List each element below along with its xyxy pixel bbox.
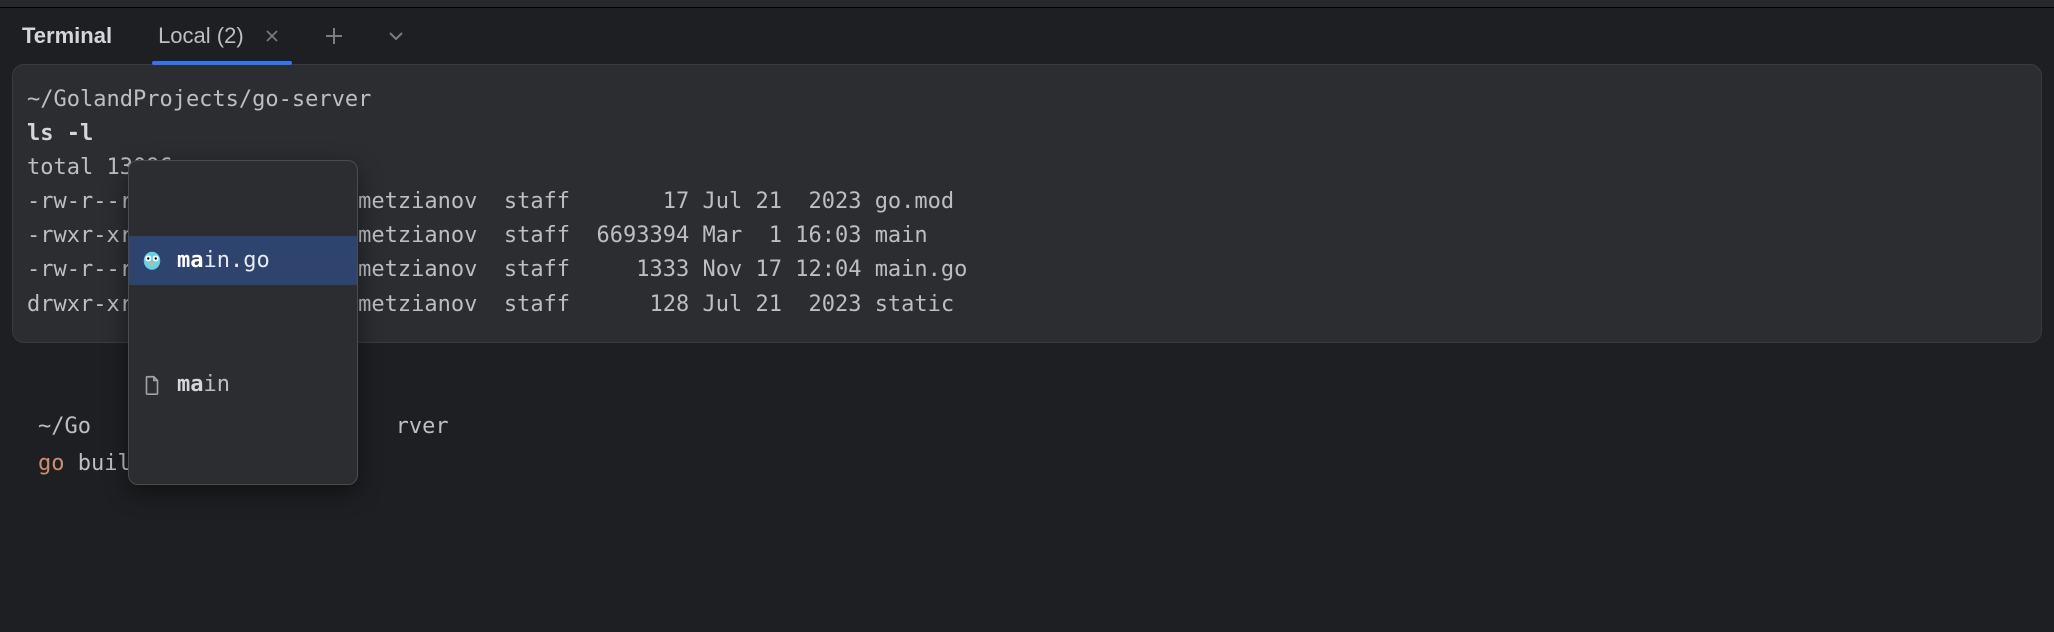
prompt-cwd-right: rver [396, 414, 449, 439]
terminal-tab-local[interactable]: Local (2) [152, 8, 292, 64]
window-top-strip [0, 0, 2054, 8]
terminal-tab-bar: Terminal Local (2) [0, 8, 2054, 64]
close-tab-icon[interactable] [258, 22, 286, 50]
terminal-area: ~/GolandProjects/go-server ls -l total 1… [0, 64, 2054, 607]
completion-item[interactable]: main [129, 360, 357, 409]
terminal-prompt-area[interactable]: ~/Go rver go build main.go main.go [12, 343, 2042, 595]
prompt-cwd-left: ~/Go [38, 414, 91, 439]
completion-label: main [177, 366, 230, 403]
completion-popup: main.go main [128, 160, 358, 485]
completion-item[interactable]: main.go [129, 236, 357, 285]
new-tab-icon[interactable] [314, 16, 354, 56]
tab-menu-chevron-icon[interactable] [376, 16, 416, 56]
panel-title: Terminal [22, 23, 112, 49]
prompt-command-word: go [38, 451, 65, 476]
output-cwd: ~/GolandProjects/go-server [27, 87, 371, 112]
file-icon [139, 372, 165, 398]
output-command: ls -l [27, 121, 93, 146]
gopher-icon [139, 247, 165, 273]
completion-label: main.go [177, 242, 270, 279]
tab-label: Local (2) [158, 23, 244, 49]
